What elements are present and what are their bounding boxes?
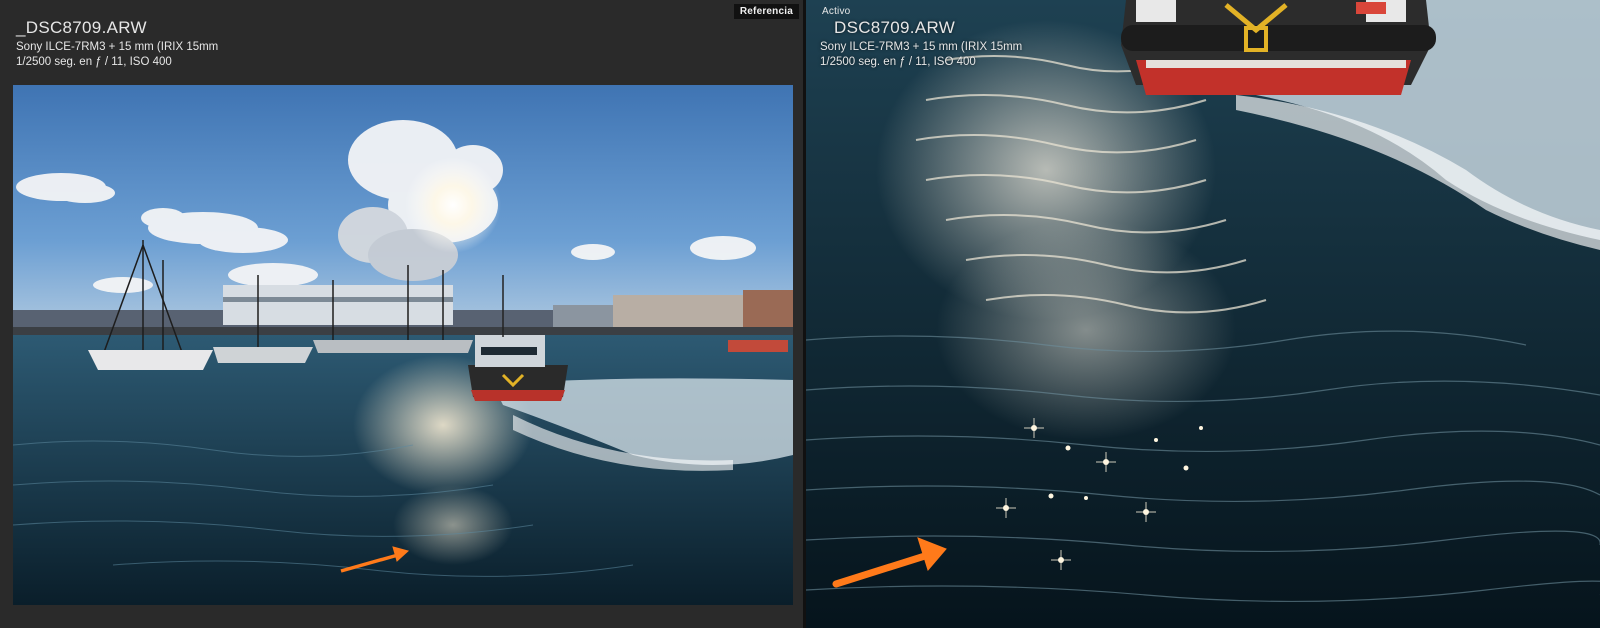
reference-exposure-info: 1/2500 seg. en ƒ / 11, ISO 400	[16, 56, 172, 68]
reference-filename: _DSC8709.ARW	[16, 18, 147, 37]
active-info-overlay: DSC8709.ARW Sony ILCE-7RM3 + 15 mm (IRIX…	[820, 18, 1022, 68]
active-filename: DSC8709.ARW	[834, 18, 956, 37]
active-camera-info: Sony ILCE-7RM3 + 15 mm (IRIX 15mm	[820, 41, 1023, 53]
active-exposure-info: 1/2500 seg. en ƒ / 11, ISO 400	[820, 56, 976, 68]
active-tag: Activo	[822, 6, 851, 17]
reference-info-overlay: _DSC8709.ARW Sony ILCE-7RM3 + 15 mm (IRI…	[16, 18, 218, 68]
sun	[405, 157, 501, 253]
reference-photo[interactable]	[13, 85, 793, 605]
active-pane[interactable]: Activo DSC8709.ARW Sony ILCE-7RM3 + 15 m…	[806, 0, 1600, 628]
reference-camera-info: Sony ILCE-7RM3 + 15 mm (IRIX 15mm	[16, 41, 219, 53]
reference-tag: Referencia	[733, 4, 799, 19]
active-photo[interactable]	[806, 0, 1600, 628]
pilot-boat	[1121, 0, 1436, 95]
reference-pane[interactable]: Referencia _DSC8709.ARW Sony ILCE-7RM3 +…	[0, 0, 803, 628]
